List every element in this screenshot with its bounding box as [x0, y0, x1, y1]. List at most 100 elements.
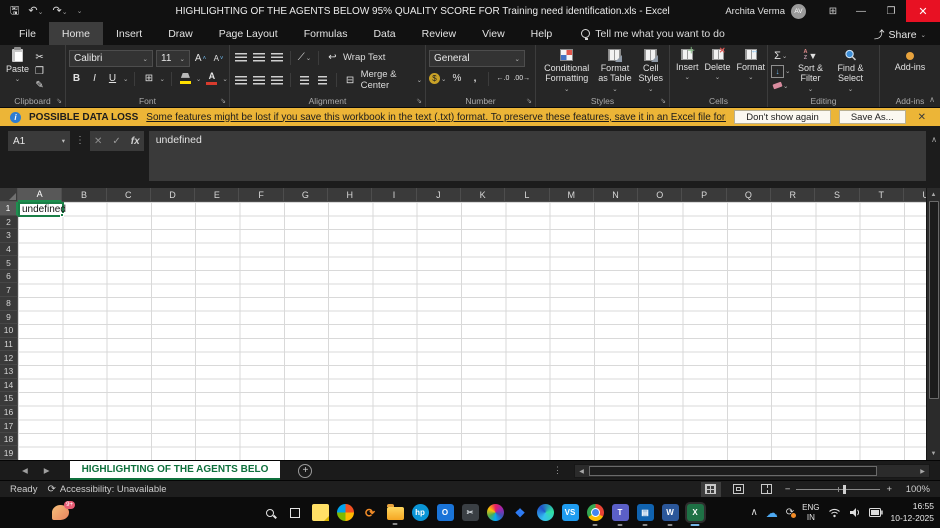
- comma-style-button[interactable]: ,: [467, 71, 482, 86]
- row-header-11[interactable]: 11: [0, 338, 18, 352]
- underline-button[interactable]: U: [105, 71, 120, 86]
- page-break-view-button[interactable]: [757, 482, 777, 497]
- align-bottom-icon[interactable]: [269, 50, 284, 65]
- enter-entry-icon[interactable]: ✓: [112, 136, 120, 147]
- taskbar-sync-app-icon[interactable]: ⟳: [362, 504, 379, 521]
- horizontal-scrollbar[interactable]: ◀ ▶: [574, 464, 930, 478]
- row-header-19[interactable]: 19: [0, 446, 18, 460]
- number-format-select[interactable]: General ⌄: [429, 50, 525, 67]
- taskbar-word-icon[interactable]: W: [662, 504, 679, 521]
- close-button[interactable]: ✕: [906, 0, 940, 22]
- next-sheet-icon[interactable]: ▶: [36, 466, 58, 475]
- row-header-8[interactable]: 8: [0, 297, 18, 311]
- taskbar-microsoft-365-icon[interactable]: [337, 504, 354, 521]
- user-name[interactable]: Archita Verma: [725, 6, 785, 17]
- scroll-right-icon[interactable]: ▶: [916, 468, 929, 475]
- paste-button[interactable]: Paste ⌄: [3, 48, 32, 94]
- vertical-scrollbar[interactable]: ▲ ▼: [926, 188, 940, 460]
- font-name-select[interactable]: Calibri ⌄: [69, 50, 153, 67]
- row-header-4[interactable]: 4: [0, 243, 18, 257]
- clear-icon[interactable]: ⌄: [771, 80, 790, 93]
- font-size-select[interactable]: 11 ⌄: [156, 50, 190, 67]
- save-icon[interactable]: 🖫: [10, 6, 19, 17]
- row-header-3[interactable]: 3: [0, 229, 18, 243]
- font-color-icon[interactable]: A: [204, 71, 219, 86]
- taskbar-hp-icon[interactable]: hp: [412, 504, 429, 521]
- column-header-l[interactable]: L: [505, 188, 549, 202]
- taskbar-edge-icon[interactable]: [537, 504, 554, 521]
- vertical-scroll-thumb[interactable]: [929, 201, 939, 399]
- align-left-icon[interactable]: [233, 73, 248, 88]
- minimize-button[interactable]: —: [846, 0, 876, 22]
- column-header-j[interactable]: J: [417, 188, 461, 202]
- align-right-icon[interactable]: [269, 73, 284, 88]
- column-header-u[interactable]: U: [904, 188, 926, 202]
- ribbon-tab-formulas[interactable]: Formulas: [291, 22, 361, 45]
- chevron-down-icon[interactable]: ⌄: [159, 75, 164, 83]
- restore-button[interactable]: ❐: [876, 0, 906, 22]
- decrease-decimal-icon[interactable]: .00→: [513, 71, 530, 86]
- save-as-button[interactable]: Save As...: [839, 110, 906, 124]
- column-header-p[interactable]: P: [682, 188, 726, 202]
- formula-bar-input[interactable]: undefined: [149, 131, 926, 181]
- row-header-9[interactable]: 9: [0, 311, 18, 325]
- scroll-left-icon[interactable]: ◀: [575, 468, 588, 475]
- decrease-indent-icon[interactable]: [297, 73, 312, 88]
- row-header-10[interactable]: 10: [0, 324, 18, 338]
- taskbar-teams-icon[interactable]: T: [612, 504, 629, 521]
- column-header-s[interactable]: S: [815, 188, 859, 202]
- percent-style-button[interactable]: %: [449, 71, 464, 86]
- sort-filter-button[interactable]: AZ▼ Sort & Filter ⌄: [790, 48, 830, 94]
- collapse-ribbon-icon[interactable]: ∧: [929, 95, 935, 104]
- number-dialog-launcher[interactable]: ⇘: [526, 97, 532, 105]
- share-button[interactable]: ⤴ Share ⌄: [868, 25, 932, 44]
- ribbon-tab-home[interactable]: Home: [49, 22, 103, 45]
- wrap-text-button[interactable]: ↩: [325, 50, 340, 65]
- font-dialog-launcher[interactable]: ⇘: [220, 97, 226, 105]
- wrap-text-label[interactable]: Wrap Text: [343, 52, 385, 63]
- format-as-table-button[interactable]: Format as Table ⌄: [594, 48, 635, 94]
- row-header-2[interactable]: 2: [0, 216, 18, 230]
- collapse-formula-bar-icon[interactable]: ∧: [931, 135, 937, 144]
- sync-status-icon[interactable]: ⟳: [786, 507, 794, 518]
- align-top-icon[interactable]: [233, 50, 248, 65]
- insert-cells-button[interactable]: ＋ Insert ⌄: [673, 48, 702, 94]
- ribbon-tab-data[interactable]: Data: [360, 22, 408, 45]
- undo-icon[interactable]: ↶⌄: [28, 6, 43, 17]
- column-header-c[interactable]: C: [107, 188, 151, 202]
- horizontal-scroll-thumb[interactable]: [589, 466, 877, 476]
- ribbon-tab-draw[interactable]: Draw: [155, 22, 206, 45]
- taskbar-photos-icon[interactable]: [487, 504, 504, 521]
- clipboard-dialog-launcher[interactable]: ⇘: [56, 97, 62, 105]
- ribbon-tab-help[interactable]: Help: [518, 22, 566, 45]
- find-select-button[interactable]: Find & Select ⌄: [830, 48, 870, 94]
- ribbon-tab-page-layout[interactable]: Page Layout: [206, 22, 291, 45]
- chevron-down-icon[interactable]: ⌄: [123, 75, 128, 83]
- battery-icon[interactable]: [869, 508, 883, 517]
- column-header-h[interactable]: H: [328, 188, 372, 202]
- zoom-level[interactable]: 100%: [900, 484, 930, 495]
- row-header-7[interactable]: 7: [0, 283, 18, 297]
- cell-styles-button[interactable]: Cell Styles ⌄: [636, 48, 667, 94]
- cut-icon[interactable]: ✂: [32, 50, 47, 64]
- column-header-i[interactable]: I: [372, 188, 416, 202]
- chevron-down-icon[interactable]: ⌄: [196, 75, 201, 83]
- sheet-tab[interactable]: HIGHLIGHTING OF THE AGENTS BELO: [70, 461, 281, 480]
- taskbar-outlook-icon[interactable]: O: [437, 504, 454, 521]
- new-sheet-icon[interactable]: +: [298, 464, 312, 478]
- autosum-button[interactable]: Σ⌄: [771, 50, 790, 63]
- page-layout-view-button[interactable]: [729, 482, 749, 497]
- customize-qat-icon[interactable]: ⌄: [77, 7, 83, 15]
- warning-message-link[interactable]: Some features might be lost if you save …: [146, 112, 726, 123]
- chevron-down-icon[interactable]: ⌄: [222, 75, 227, 83]
- accounting-format-icon[interactable]: $⌄: [429, 71, 446, 86]
- taskbar-file-explorer-icon[interactable]: [387, 507, 404, 520]
- column-header-e[interactable]: E: [195, 188, 239, 202]
- cells-area[interactable]: undefined: [18, 202, 926, 460]
- tray-chevron-icon[interactable]: ∧: [750, 507, 757, 518]
- wifi-icon[interactable]: [828, 507, 841, 518]
- bold-button[interactable]: B: [69, 71, 84, 86]
- active-cell-a1[interactable]: undefined: [18, 202, 64, 217]
- row-header-16[interactable]: 16: [0, 406, 18, 420]
- tell-me[interactable]: Tell me what you want to do: [581, 22, 725, 45]
